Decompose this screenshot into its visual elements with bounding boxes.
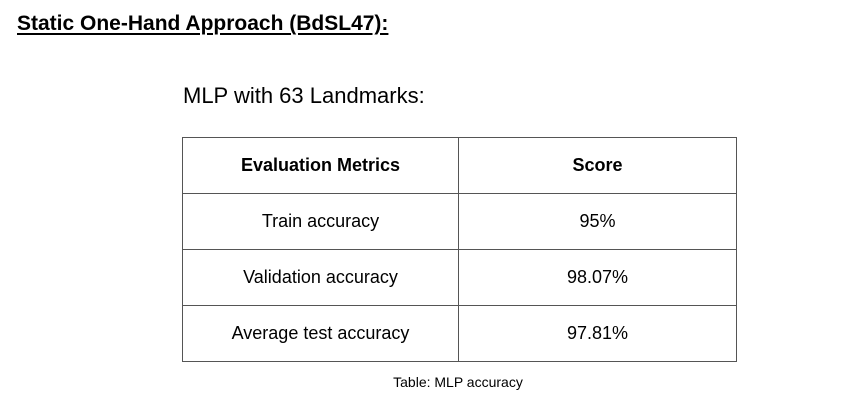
model-subheading: MLP with 63 Landmarks: [183, 83, 425, 108]
score-cell: 97.81% [458, 305, 737, 362]
metric-cell: Validation accuracy [182, 249, 459, 306]
table-row: Average test accuracy 97.81% [182, 305, 737, 362]
header-score: Score [458, 137, 737, 194]
table-header-row: Evaluation Metrics Score [182, 137, 737, 194]
section-heading: Static One-Hand Approach (BdSL47): [17, 12, 389, 35]
table-caption: Table: MLP accuracy [393, 374, 523, 390]
metric-cell: Train accuracy [182, 193, 459, 250]
score-cell: 95% [458, 193, 737, 250]
score-cell: 98.07% [458, 249, 737, 306]
metric-cell: Average test accuracy [182, 305, 459, 362]
accuracy-table: Evaluation Metrics Score Train accuracy … [182, 137, 737, 362]
table-row: Validation accuracy 98.07% [182, 249, 737, 306]
header-evaluation-metrics: Evaluation Metrics [182, 137, 459, 194]
table-row: Train accuracy 95% [182, 193, 737, 250]
